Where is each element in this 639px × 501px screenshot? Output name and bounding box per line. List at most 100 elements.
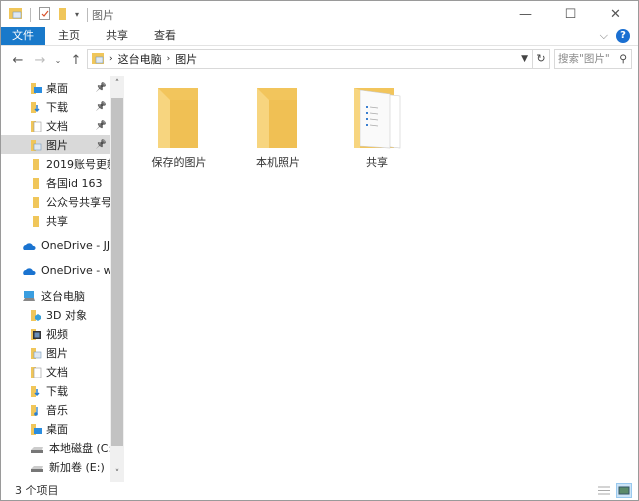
nav-item-label: 共享 xyxy=(46,214,68,228)
nav-item-label: 文档 xyxy=(46,119,68,133)
large-icons-view-button[interactable] xyxy=(616,483,632,498)
expand-ribbon-icon[interactable]: ⌵ xyxy=(600,29,608,43)
nav-item[interactable]: 各国id 163 xyxy=(1,173,110,192)
nav-item-this-pc[interactable]: 这台电脑 xyxy=(1,286,110,305)
nav-item-label: 本地磁盘 (C:) xyxy=(49,441,110,455)
tab-view[interactable]: 查看 xyxy=(141,27,189,45)
nav-item[interactable]: 图片 xyxy=(1,343,110,362)
scrollbar-thumb[interactable] xyxy=(111,98,123,446)
help-icon[interactable]: ? xyxy=(616,29,630,43)
tab-home[interactable]: 主页 xyxy=(45,27,93,45)
download-folder-icon xyxy=(30,385,42,397)
nav-item-label: 桌面 xyxy=(46,422,68,436)
nav-item-label: 视频 xyxy=(46,327,68,341)
scroll-down-button[interactable]: ˅ xyxy=(110,469,124,479)
nav-item-label: 2019账号更新 xyxy=(46,157,110,171)
pin-icon[interactable]: 📌 xyxy=(96,140,107,150)
explorer-window: ▾ 图片 — ☐ ✕ 文件 主页 共享 查看 ⌵ ? ← → ⌄ ↑ › 这台电… xyxy=(0,0,639,501)
title-bar: ▾ 图片 — ☐ ✕ xyxy=(1,1,638,28)
folder-item[interactable]: 共享 xyxy=(332,86,422,170)
nav-item-label: 公众号共享号 xyxy=(46,195,110,209)
chevron-right-icon[interactable]: › xyxy=(167,54,171,64)
folder-icon xyxy=(30,158,42,170)
nav-item[interactable]: 2019账号更新 xyxy=(1,154,110,173)
nav-item-label: 3D 对象 xyxy=(46,308,87,322)
video-folder-icon xyxy=(30,328,42,340)
pin-icon[interactable]: 📌 xyxy=(96,102,107,112)
navigation-pane: 新加卷 (E:) 本地磁盘 (C:) 桌面 音乐 下载 文档 图片 视频 3D 对象 这台电脑 On… xyxy=(1,76,124,482)
desktop-folder-icon xyxy=(30,423,42,435)
recent-locations-button[interactable]: ⌄ xyxy=(51,56,65,65)
folder-icon xyxy=(134,86,224,150)
nav-item-label: 图片 xyxy=(46,138,68,152)
nav-item[interactable]: 文档 xyxy=(1,362,110,381)
music-folder-icon xyxy=(30,404,42,416)
maximize-button[interactable]: ☐ xyxy=(548,1,593,28)
nav-item-label: 图片 xyxy=(46,346,68,360)
nav-scrollbar[interactable]: ˄ ˅ xyxy=(110,76,124,482)
navigation-bar: ← → ⌄ ↑ › 这台电脑 › 图片 ▼ ↻ 搜索"图片" ⚲ xyxy=(1,48,638,72)
search-icon: ⚲ xyxy=(619,53,627,65)
breadcrumb-pictures[interactable]: 图片 xyxy=(175,51,197,67)
details-view-button[interactable] xyxy=(596,483,612,498)
nav-item-onedrive[interactable]: OneDrive - JJXY xyxy=(1,236,110,255)
breadcrumb-this-pc[interactable]: 这台电脑 xyxy=(118,51,162,67)
chevron-right-icon[interactable]: › xyxy=(109,54,113,64)
minimize-button[interactable]: — xyxy=(503,1,548,28)
pin-icon[interactable]: 📌 xyxy=(96,121,107,131)
nav-item[interactable]: 公众号共享号 xyxy=(1,192,110,211)
nav-item-label: 下载 xyxy=(46,384,68,398)
3d-folder-icon xyxy=(30,309,42,321)
onedrive-icon xyxy=(22,240,37,252)
properties-icon[interactable] xyxy=(39,6,51,23)
divider xyxy=(87,7,89,22)
back-button[interactable]: ← xyxy=(7,53,29,68)
folder-label: 保存的图片 xyxy=(151,156,207,169)
window-title: 图片 xyxy=(92,8,115,22)
nav-item[interactable]: 桌面 📌 xyxy=(1,78,110,97)
drive-icon xyxy=(30,461,45,473)
nav-item-label: 音乐 xyxy=(46,403,68,417)
nav-item[interactable]: 文档 📌 xyxy=(1,116,110,135)
nav-item[interactable]: 视频 xyxy=(1,324,110,343)
customize-toolbar-icon[interactable]: ▾ xyxy=(75,10,79,19)
chevron-down-icon[interactable]: ▼ xyxy=(521,54,528,64)
pictures-folder-icon xyxy=(30,139,42,151)
new-folder-icon[interactable] xyxy=(59,7,67,23)
file-list: 保存的图片 本机照片 共享 xyxy=(126,76,638,482)
address-bar[interactable]: › 这台电脑 › 图片 ▼ xyxy=(87,49,533,69)
nav-item[interactable]: 新加卷 (E:) xyxy=(1,457,110,476)
nav-item[interactable]: 下载 📌 xyxy=(1,97,110,116)
folder-label: 本机照片 xyxy=(256,156,300,169)
tab-share[interactable]: 共享 xyxy=(93,27,141,45)
pictures-folder-icon xyxy=(92,52,104,67)
up-button[interactable]: ↑ xyxy=(65,53,87,68)
nav-item[interactable]: 图片 📌 xyxy=(1,135,110,154)
close-button[interactable]: ✕ xyxy=(593,1,638,28)
nav-item-label: OneDrive - wang xyxy=(41,264,110,277)
tab-file[interactable]: 文件 xyxy=(1,27,45,45)
nav-item[interactable]: 共享 xyxy=(1,211,110,230)
nav-item[interactable]: 桌面 xyxy=(1,419,110,438)
pc-icon xyxy=(22,290,37,302)
pictures-folder-icon xyxy=(9,7,22,22)
nav-item[interactable]: 本地磁盘 (C:) xyxy=(1,438,110,457)
drive-icon xyxy=(30,442,45,454)
pictures-folder-icon xyxy=(30,347,42,359)
pin-icon[interactable]: 📌 xyxy=(96,83,107,93)
scroll-up-button[interactable]: ˄ xyxy=(110,79,124,89)
forward-button[interactable]: → xyxy=(29,53,51,68)
folder-icon xyxy=(30,196,42,208)
nav-item[interactable]: 3D 对象 xyxy=(1,305,110,324)
nav-item-onedrive[interactable]: OneDrive - wang xyxy=(1,261,110,280)
refresh-button[interactable]: ↻ xyxy=(533,49,550,69)
nav-item[interactable]: 音乐 xyxy=(1,400,110,419)
folder-item[interactable]: 本机照片 xyxy=(233,86,323,170)
nav-item[interactable]: 下载 xyxy=(1,381,110,400)
onedrive-icon xyxy=(22,265,37,277)
nav-item-label: 文档 xyxy=(46,365,68,379)
folder-item[interactable]: 保存的图片 xyxy=(134,86,224,170)
folder-icon xyxy=(30,215,42,227)
search-input[interactable]: 搜索"图片" ⚲ xyxy=(554,49,632,69)
ribbon-tabs: 文件 主页 共享 查看 xyxy=(1,27,638,46)
